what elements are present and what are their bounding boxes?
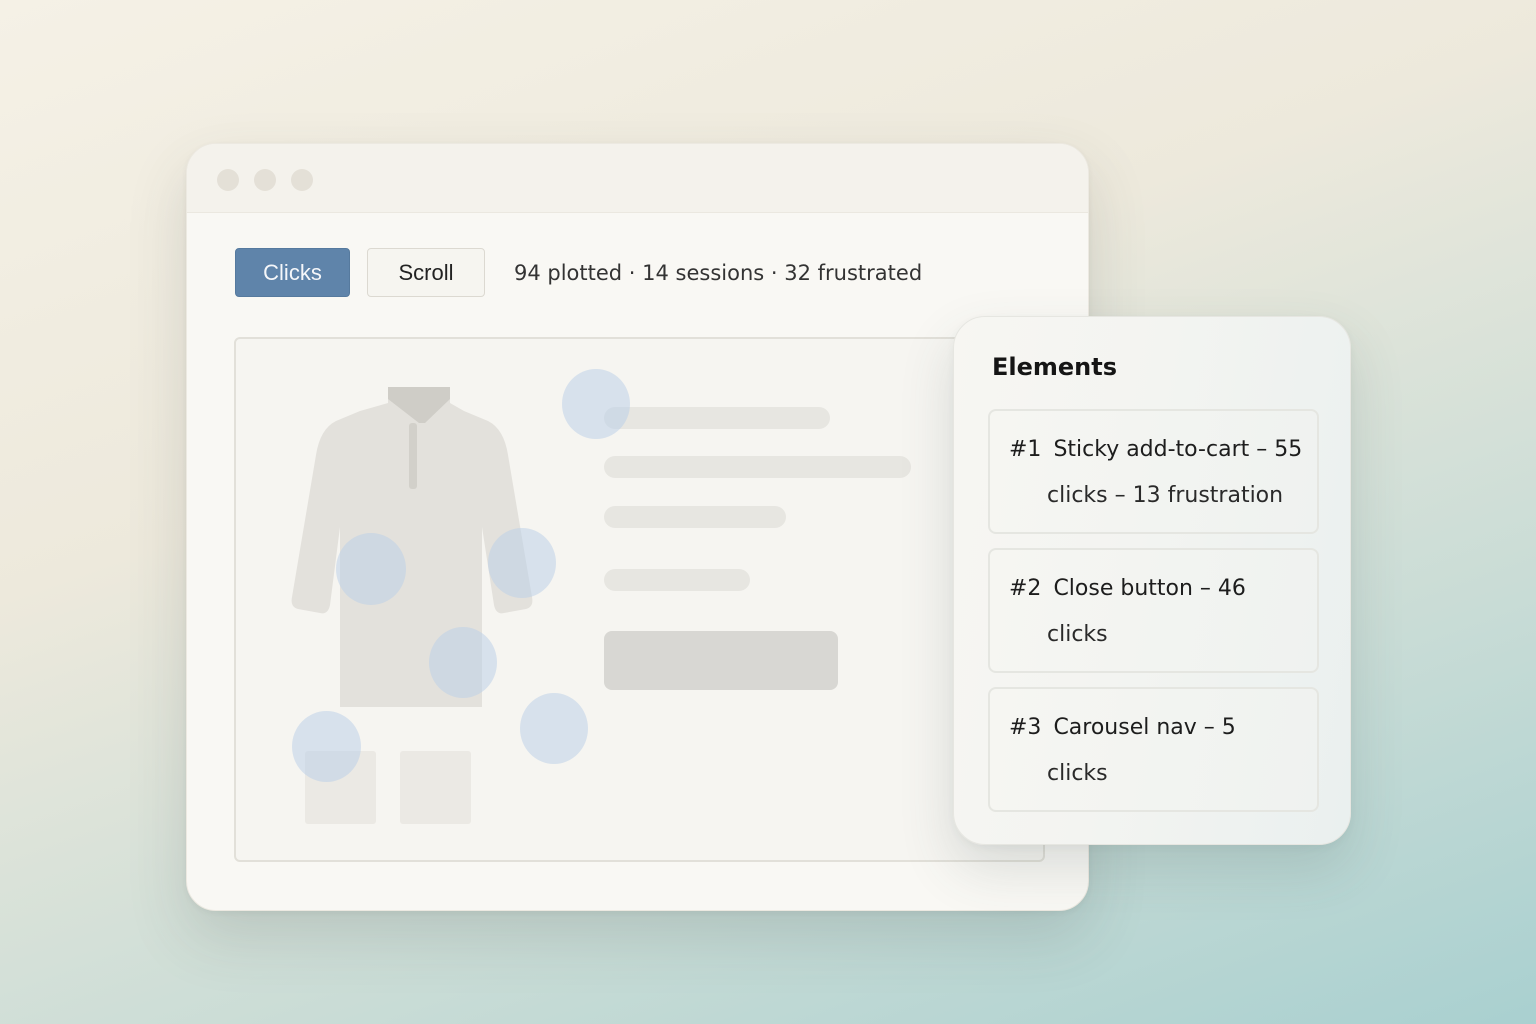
heatmap-summary: 94 plotted · 14 sessions · 32 frustrated [514, 260, 923, 285]
product-thumbnail[interactable] [400, 751, 471, 824]
placeholder-text-line [604, 456, 911, 478]
element-card[interactable]: #1 Sticky add-to-cart – 55 clicks – 13 fr… [988, 409, 1319, 534]
click-heat-spot [336, 533, 406, 605]
element-rank: #2 [1009, 576, 1042, 601]
element-label: Sticky add-to-cart – 55 [1053, 437, 1303, 462]
panel-title: Elements [992, 353, 1118, 381]
window-dot-icon[interactable] [217, 169, 239, 191]
placeholder-text-line [604, 506, 786, 528]
window-titlebar [187, 144, 1088, 213]
scroll-mode-button[interactable]: Scroll [367, 248, 485, 297]
window-dot-icon[interactable] [291, 169, 313, 191]
element-rank: #3 [1009, 715, 1042, 740]
element-detail: clicks – 13 frustration [1047, 483, 1284, 508]
click-heat-spot [520, 693, 588, 764]
element-detail: clicks [1047, 761, 1108, 786]
element-rank: #1 [1009, 437, 1042, 462]
add-to-cart-placeholder[interactable] [604, 631, 838, 690]
page-preview-canvas [234, 337, 1045, 862]
window-dot-icon[interactable] [254, 169, 276, 191]
element-card[interactable]: #3 Carousel nav – 5 clicks [988, 687, 1319, 812]
click-heat-spot [292, 711, 361, 782]
click-heat-spot [562, 369, 630, 439]
click-heat-spot [429, 627, 497, 698]
element-card[interactable]: #2 Close button – 46 clicks [988, 548, 1319, 673]
placeholder-text-line [604, 569, 750, 591]
element-label: Close button – 46 [1053, 576, 1246, 601]
element-detail: clicks [1047, 622, 1108, 647]
click-heat-spot [488, 528, 556, 598]
placeholder-text-line [604, 407, 830, 429]
element-label: Carousel nav – 5 [1053, 715, 1236, 740]
clicks-mode-button[interactable]: Clicks [235, 248, 350, 297]
elements-panel: Elements #1 Sticky add-to-cart – 55 click… [953, 316, 1351, 845]
